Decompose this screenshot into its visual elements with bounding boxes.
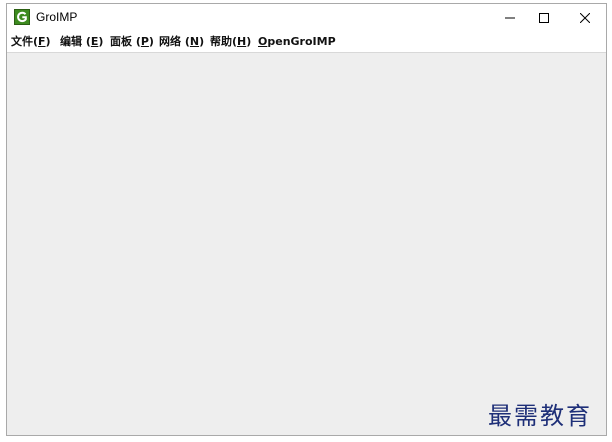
menu-network-prefix: ( <box>181 35 190 48</box>
menu-opengroimp-label: penGroIMP <box>267 35 336 48</box>
menu-edit[interactable]: 编辑 (E) <box>60 35 103 49</box>
menu-help-suffix: ) <box>246 35 252 48</box>
menu-edit-label: 编辑 <box>60 35 82 48</box>
menu-panel-mnemonic: P <box>140 35 149 48</box>
menu-file-suffix: ) <box>45 35 51 48</box>
title-bar[interactable]: GroIMP <box>7 4 606 31</box>
menu-network[interactable]: 网络 (N) <box>159 35 204 49</box>
menu-file[interactable]: 文件(F) <box>11 35 51 49</box>
menu-bar: 文件(F) 编辑 (E) 面板 (P) 网络 (N) 帮助(H) OpenGro… <box>7 32 606 52</box>
menu-help-mnemonic: H <box>237 35 247 48</box>
menu-panel-label: 面板 <box>110 35 132 48</box>
menu-panel-suffix: ) <box>148 35 154 48</box>
minimize-icon <box>505 8 515 27</box>
menu-help[interactable]: 帮助(H) <box>210 35 251 49</box>
menu-edit-suffix: ) <box>98 35 104 48</box>
window-title: GroIMP <box>36 10 78 24</box>
menu-panel-prefix: ( <box>132 35 141 48</box>
workspace-area[interactable] <box>7 52 606 435</box>
maximize-button[interactable] <box>521 4 567 31</box>
menu-opengroimp-mnemonic: O <box>258 35 268 48</box>
watermark-text: 最需教育 <box>488 402 592 430</box>
maximize-icon <box>539 8 549 27</box>
menu-network-label: 网络 <box>159 35 181 48</box>
app-window: GroIMP 文件(F) 编辑 (E) 面板 (P) 网络 (N) 帮助(H) … <box>6 3 607 436</box>
menu-edit-prefix: ( <box>82 35 91 48</box>
close-button[interactable] <box>562 4 608 31</box>
menu-network-suffix: ) <box>199 35 205 48</box>
close-icon <box>579 8 591 27</box>
groimp-g-icon <box>14 9 30 25</box>
menu-network-mnemonic: N <box>189 35 200 48</box>
menu-file-label: 文件 <box>11 35 33 48</box>
menu-help-label: 帮助 <box>210 35 232 48</box>
menu-opengroimp[interactable]: OpenGroIMP <box>258 35 336 49</box>
menu-file-mnemonic: F <box>38 35 46 48</box>
menu-panel[interactable]: 面板 (P) <box>110 35 154 49</box>
